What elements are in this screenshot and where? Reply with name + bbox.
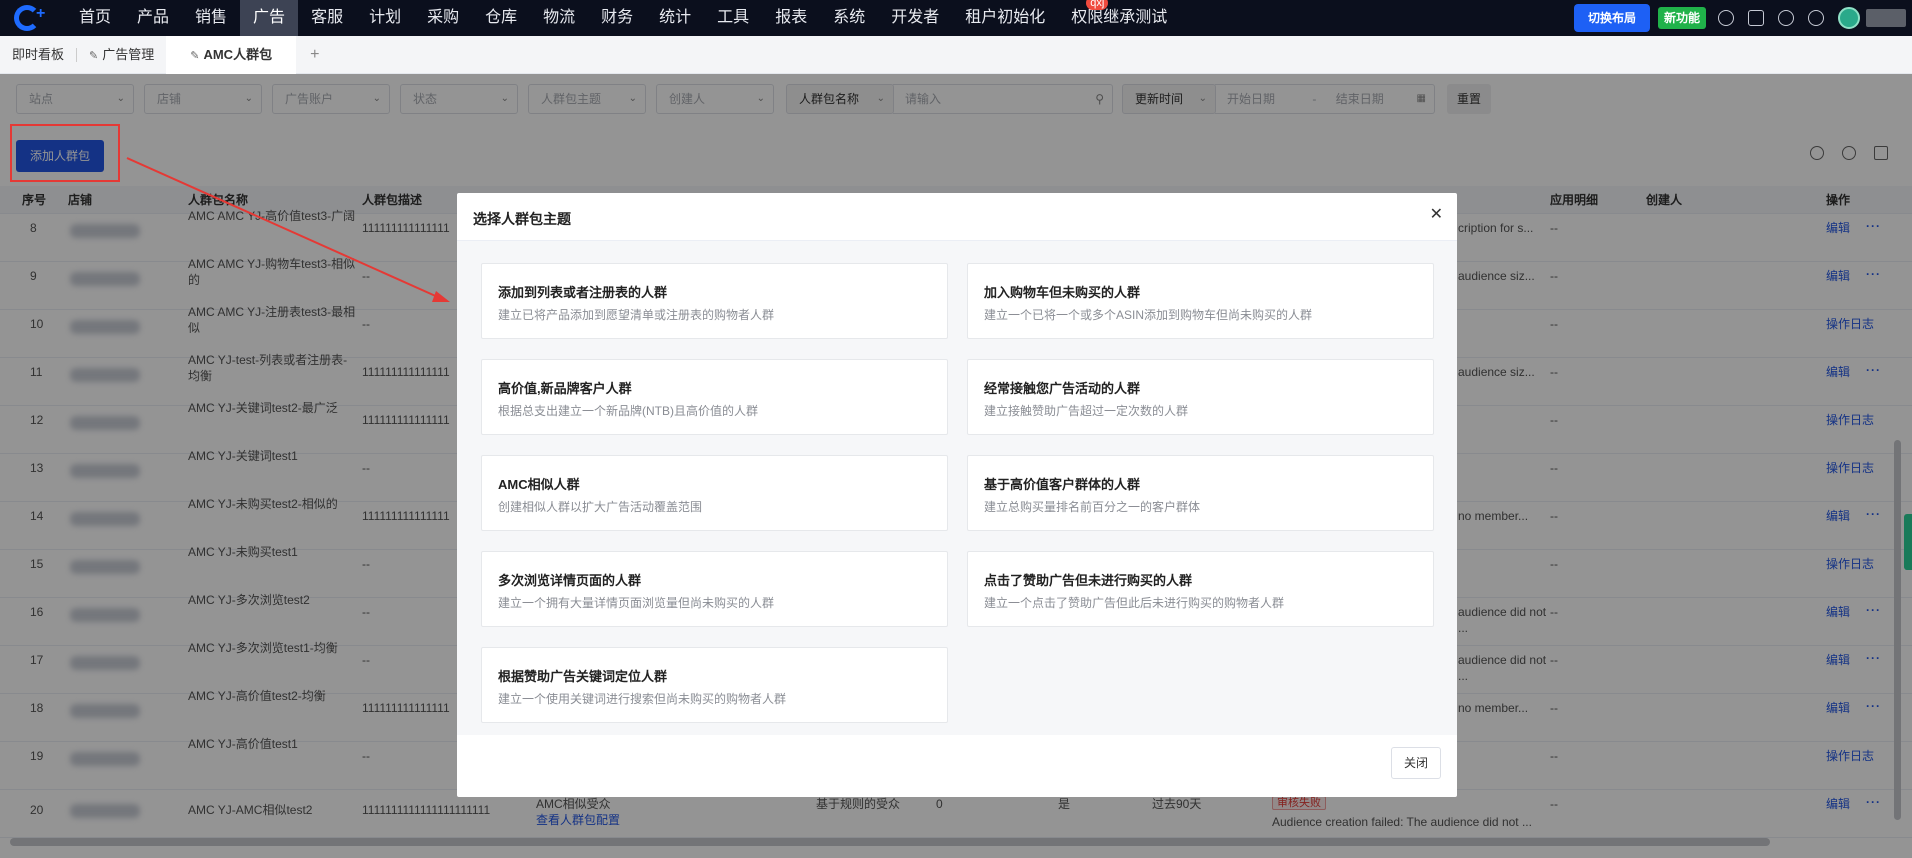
pin-icon[interactable]: ✎: [89, 50, 98, 62]
help-icon[interactable]: [1718, 10, 1734, 26]
theme-card-high-value-ntb[interactable]: 高价值,新品牌客户人群 根据总支出建立一个新品牌(NTB)且高价值的人群: [481, 359, 948, 435]
theme-card-clicked-no-purchase[interactable]: 点击了赞助广告但未进行购买的人群 建立一个点击了赞助广告但此后未进行购买的购物者…: [967, 551, 1434, 627]
nav-developer[interactable]: 开发者: [878, 0, 952, 36]
new-feature-button[interactable]: 新功能: [1657, 7, 1706, 29]
top-nav: + 首页 产品 销售 广告 客服 计划 采购 仓库 物流 财务 统计 工具 报表…: [0, 0, 1912, 36]
theme-card-multi-detail-views[interactable]: 多次浏览详情页面的人群 建立一个拥有大量详情页面浏览量但尚未购买的人群: [481, 551, 948, 627]
nav-stats[interactable]: 统计: [646, 0, 704, 36]
nav-permission-test[interactable]: 权限继承测试 qxj: [1058, 0, 1180, 36]
add-tab-button[interactable]: +: [296, 46, 333, 64]
nav-ads[interactable]: 广告: [240, 0, 299, 36]
user-name-redacted[interactable]: [1866, 9, 1906, 27]
card-desc: 建立总购买量排名前百分之一的客户群体: [984, 500, 1201, 514]
card-desc: 建立一个点击了赞助广告但此后未进行购买的购物者人群: [984, 596, 1285, 610]
card-title: 加入购物车但未购买的人群: [984, 285, 1141, 300]
card-desc: 建立一个使用关键词进行搜索但尚未购买的购物者人群: [498, 692, 787, 706]
card-desc: 创建相似人群以扩大广告活动覆盖范围: [498, 500, 703, 514]
card-title: 高价值,新品牌客户人群: [498, 381, 632, 396]
card-title: 点击了赞助广告但未进行购买的人群: [984, 573, 1193, 588]
nav-badge: qxj: [1086, 0, 1109, 10]
nav-purchase[interactable]: 采购: [414, 0, 472, 36]
nav-logistics[interactable]: 物流: [530, 0, 588, 36]
card-title: 经常接触您广告活动的人群: [984, 381, 1141, 396]
tab-amc-audience[interactable]: ✎ AMC人群包: [166, 35, 297, 74]
tab-bar: 即时看板 ✎ 广告管理 ✎ AMC人群包 +: [0, 35, 1912, 74]
theme-card-keyword-targeting[interactable]: 根据赞助广告关键词定位人群 建立一个使用关键词进行搜索但尚未购买的购物者人群: [481, 647, 948, 723]
nav-finance[interactable]: 财务: [588, 0, 646, 36]
modal-body: 添加到列表或者注册表的人群 建立已将产品添加到愿望清单或注册表的购物者人群 加入…: [457, 241, 1457, 735]
nav-tenant-init[interactable]: 租户初始化: [952, 0, 1058, 36]
modal-footer: 关闭: [457, 735, 1457, 797]
card-title: 基于高价值客户群体的人群: [984, 477, 1141, 492]
nav-service[interactable]: 客服: [298, 0, 356, 36]
nav-product[interactable]: 产品: [124, 0, 182, 36]
close-icon[interactable]: ✕: [1430, 207, 1443, 223]
card-title: 多次浏览详情页面的人群: [498, 573, 642, 588]
top-right-tools: 切换布局 新功能: [1573, 0, 1912, 36]
modal-title: 选择人群包主题: [473, 211, 571, 227]
nav-sales[interactable]: 销售: [182, 0, 240, 36]
tab-ad-management[interactable]: ✎ 广告管理: [77, 36, 166, 74]
nav-warehouse[interactable]: 仓库: [472, 0, 530, 36]
switch-layout-button[interactable]: 切换布局: [1573, 4, 1650, 32]
card-desc: 建立一个拥有大量详情页面浏览量但尚未购买的人群: [498, 596, 775, 610]
modal-header: 选择人群包主题 ✕: [457, 193, 1457, 241]
pin-icon[interactable]: ✎: [190, 50, 199, 62]
card-desc: 根据总支出建立一个新品牌(NTB)且高价值的人群: [498, 404, 758, 418]
logo[interactable]: +: [14, 3, 50, 33]
nav-home[interactable]: 首页: [66, 0, 124, 36]
nav-permission-label: 权限继承测试: [1071, 9, 1168, 26]
nav-reports[interactable]: 报表: [762, 0, 820, 36]
task-icon[interactable]: [1748, 10, 1764, 26]
theme-card-cart-no-purchase[interactable]: 加入购物车但未购买的人群 建立一个已将一个或多个ASIN添加到购物车但尚未购买的…: [967, 263, 1434, 339]
theme-card-amc-lookalike[interactable]: AMC相似人群 创建相似人群以扩大广告活动覆盖范围: [481, 455, 948, 531]
tab-ad-management-label: 广告管理: [102, 46, 155, 62]
bell-icon[interactable]: [1778, 10, 1794, 26]
avatar[interactable]: [1838, 7, 1860, 29]
nav-system[interactable]: 系统: [820, 0, 878, 36]
nav-tools[interactable]: 工具: [704, 0, 762, 36]
theme-card-high-value-base[interactable]: 基于高价值客户群体的人群 建立总购买量排名前百分之一的客户群体: [967, 455, 1434, 531]
card-title: AMC相似人群: [498, 477, 580, 492]
close-button[interactable]: 关闭: [1391, 747, 1441, 779]
annotation-highlight-box: [10, 124, 120, 182]
theme-card-list-registry[interactable]: 添加到列表或者注册表的人群 建立已将产品添加到愿望清单或注册表的购物者人群: [481, 263, 948, 339]
tab-amc-audience-label: AMC人群包: [203, 46, 273, 62]
card-desc: 建立接触赞助广告超过一定次数的人群: [984, 404, 1189, 418]
select-theme-modal: 选择人群包主题 ✕ 添加到列表或者注册表的人群 建立已将产品添加到愿望清单或注册…: [457, 193, 1457, 797]
settings-icon[interactable]: [1808, 10, 1824, 26]
tab-dashboard[interactable]: 即时看板: [0, 36, 76, 74]
card-title: 添加到列表或者注册表的人群: [498, 285, 668, 300]
nav-plan[interactable]: 计划: [356, 0, 414, 36]
card-desc: 建立已将产品添加到愿望清单或注册表的购物者人群: [498, 308, 775, 322]
theme-card-frequent-exposure[interactable]: 经常接触您广告活动的人群 建立接触赞助广告超过一定次数的人群: [967, 359, 1434, 435]
card-desc: 建立一个已将一个或多个ASIN添加到购物车但尚未购买的人群: [984, 308, 1313, 322]
card-title: 根据赞助广告关键词定位人群: [498, 669, 668, 684]
